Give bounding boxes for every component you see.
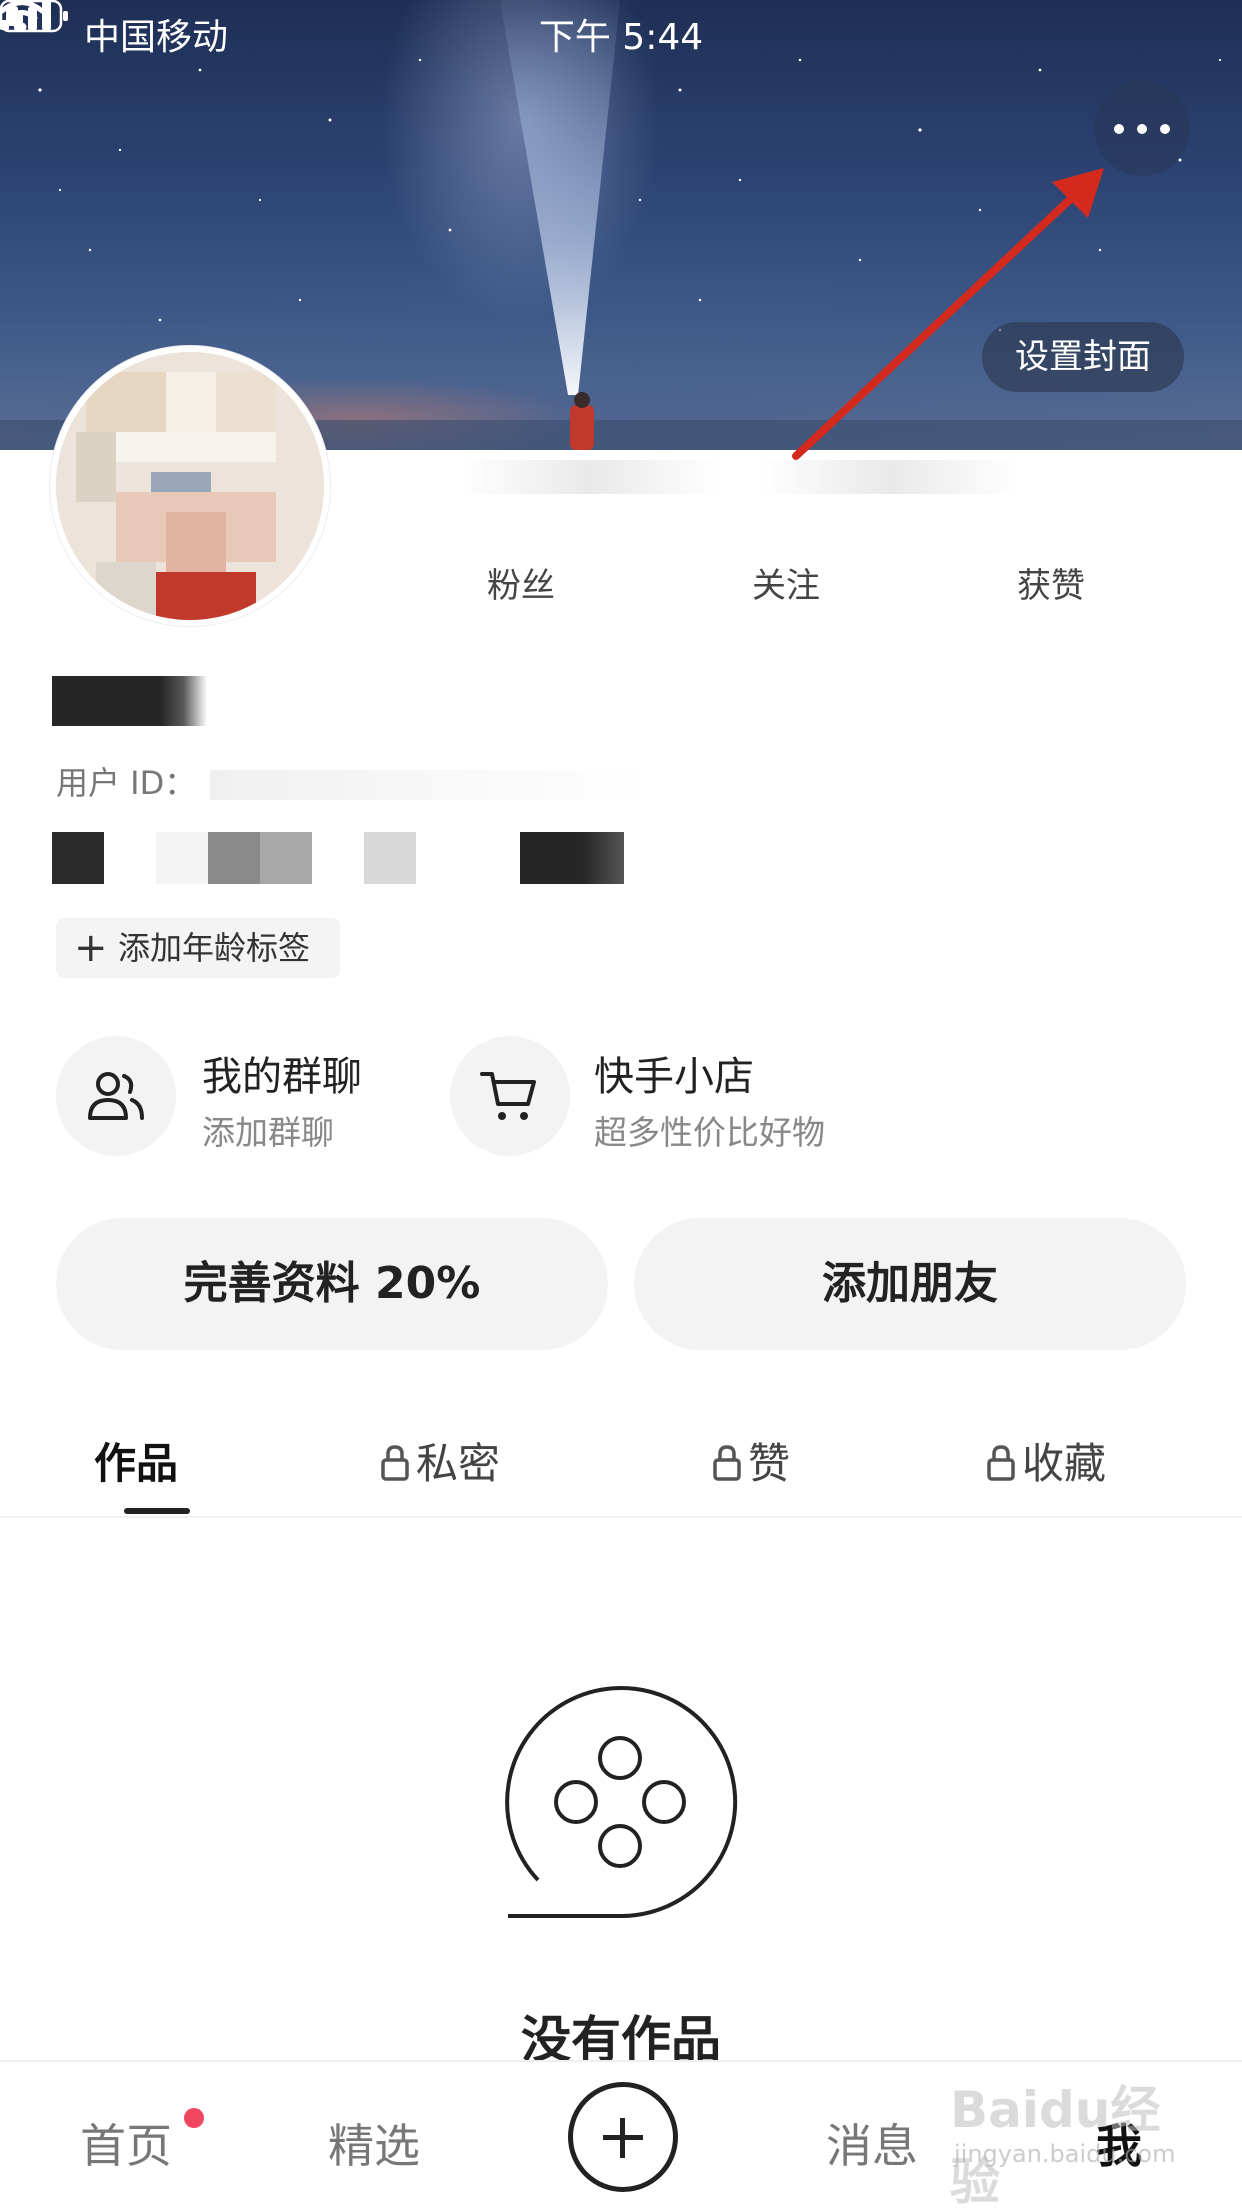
group-chat-entry-icon[interactable] — [56, 1036, 176, 1156]
create-post-button[interactable] — [568, 2082, 678, 2192]
cart-icon — [480, 1072, 536, 1120]
group-icon — [88, 1072, 144, 1120]
avatar[interactable] — [50, 346, 330, 626]
plus-icon: + — [74, 925, 108, 971]
tab-private-label: 私密 — [416, 1439, 501, 1488]
shop-entry-icon[interactable] — [450, 1036, 570, 1156]
blurred-tag — [364, 832, 416, 884]
complete-profile-button[interactable]: 完善资料 20% — [56, 1218, 608, 1350]
status-time: 下午 5:44 — [538, 17, 704, 58]
user-id-value-blurred — [210, 770, 650, 800]
status-bar: 中国移动 下午 5:44 — [0, 0, 1242, 62]
lock-icon — [713, 1445, 741, 1481]
tab-favorites[interactable]: 收藏 — [986, 1430, 1106, 1491]
blurred-tag — [520, 832, 624, 884]
more-dot-icon — [1160, 124, 1170, 134]
stat-followers-label[interactable]: 粉丝 — [421, 558, 621, 607]
watermark-brand: Baidu经验 — [950, 2081, 1161, 2208]
tab-private[interactable]: 私密 — [380, 1430, 500, 1491]
more-dot-icon — [1137, 124, 1147, 134]
film-reel-icon — [505, 1686, 738, 1919]
battery-icon — [0, 0, 68, 33]
nav-home[interactable]: 首页 — [80, 2110, 172, 2176]
active-tab-indicator — [124, 1508, 190, 1514]
blurred-tag — [156, 832, 208, 884]
add-friends-button[interactable]: 添加朋友 — [634, 1218, 1186, 1350]
tab-likes-label: 赞 — [748, 1439, 791, 1488]
count-blur — [800, 1400, 860, 1510]
tab-likes[interactable]: 赞 — [712, 1430, 790, 1491]
tab-favorites-label: 收藏 — [1022, 1439, 1107, 1488]
count-blur — [1140, 1400, 1200, 1510]
tab-works-label: 作品 — [94, 1439, 179, 1488]
stat-likes-label[interactable]: 获赞 — [951, 558, 1151, 607]
username-blurred — [52, 676, 207, 726]
baidu-watermark: Baidu经验 jingyan.baidu.com — [950, 2070, 1190, 2208]
nav-messages[interactable]: 消息 — [826, 2110, 918, 2176]
home-badge-dot — [184, 2108, 204, 2128]
group-chat-subtitle: 添加群聊 — [202, 1113, 334, 1152]
blurred-tag — [260, 832, 312, 884]
set-cover-button[interactable]: 设置封面 — [982, 322, 1184, 392]
followers-count-blurred — [460, 460, 720, 494]
nav-featured[interactable]: 精选 — [328, 2110, 420, 2176]
lock-icon — [381, 1445, 409, 1481]
shop-title[interactable]: 快手小店 — [594, 1044, 754, 1102]
blurred-tag — [208, 832, 260, 884]
watermark-url: jingyan.baidu.com — [954, 2140, 1176, 2168]
tab-works[interactable]: 作品 — [94, 1430, 178, 1491]
profile-tabs: 作品 私密 赞 收藏 — [0, 1400, 1242, 1518]
more-dot-icon — [1114, 124, 1124, 134]
user-id-label: 用户 ID： — [56, 764, 197, 802]
stat-following-label[interactable]: 关注 — [686, 558, 886, 607]
shop-subtitle: 超多性价比好物 — [594, 1113, 825, 1152]
add-age-tag-label: 添加年龄标签 — [118, 929, 311, 967]
plus-icon — [620, 2118, 625, 2158]
count-blur — [520, 1400, 580, 1510]
more-options-button[interactable] — [1094, 80, 1190, 176]
following-count-blurred — [760, 460, 1020, 494]
group-chat-title[interactable]: 我的群聊 — [202, 1044, 362, 1102]
count-blur — [200, 1400, 260, 1510]
blurred-tag — [52, 832, 104, 884]
add-age-tag-button[interactable]: + 添加年龄标签 — [56, 918, 340, 978]
lock-icon — [987, 1445, 1015, 1481]
